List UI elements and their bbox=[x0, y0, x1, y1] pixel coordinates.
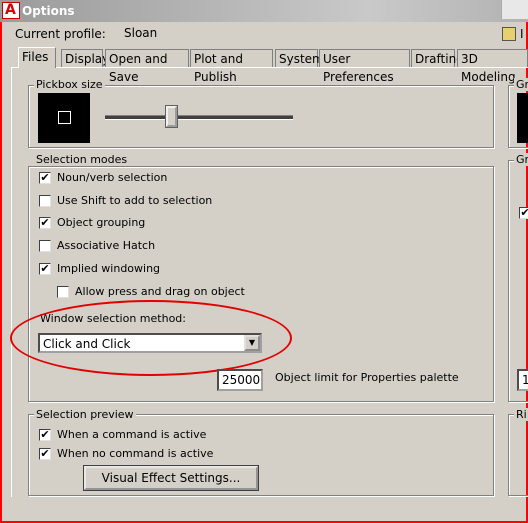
noun-verb-checkbox[interactable]: ✔ bbox=[39, 172, 51, 184]
selection-preview-title: Selection preview bbox=[34, 408, 136, 421]
press-drag-checkbox[interactable] bbox=[57, 286, 69, 298]
red-annotation-circle bbox=[10, 300, 292, 376]
object-limit-label: Object limit for Properties palette bbox=[275, 371, 459, 384]
grips-title: Gr bbox=[514, 153, 528, 166]
preview-command-active-label: When a command is active bbox=[57, 428, 207, 441]
drawing-label-fragment: I bbox=[520, 27, 524, 41]
visual-effect-settings-button[interactable]: Visual Effect Settings... bbox=[83, 465, 259, 491]
tab-display[interactable]: Display bbox=[61, 49, 109, 67]
grips-size-title: Gr bbox=[514, 78, 528, 91]
object-limit-input[interactable]: 25000 bbox=[217, 369, 263, 391]
implied-windowing-label: Implied windowing bbox=[57, 262, 161, 275]
tab-system[interactable]: System bbox=[275, 49, 324, 67]
selection-modes-title: Selection modes bbox=[34, 153, 130, 166]
press-drag-label: Allow press and drag on object bbox=[75, 285, 245, 298]
tab-3d-modeling[interactable]: 3D Modeling bbox=[457, 49, 528, 84]
noun-verb-label: Noun/verb selection bbox=[57, 171, 168, 184]
pickbox-preview bbox=[38, 93, 90, 143]
associative-hatch-checkbox[interactable] bbox=[39, 240, 51, 252]
shift-add-label: Use Shift to add to selection bbox=[57, 194, 213, 207]
preview-no-command-checkbox[interactable]: ✔ bbox=[39, 448, 51, 460]
title-bar: A Options bbox=[0, 0, 528, 22]
tab-open-and-save[interactable]: Open and Save bbox=[105, 49, 189, 84]
right-group-3 bbox=[508, 414, 528, 496]
tab-drafting[interactable]: Drafting bbox=[411, 49, 464, 67]
right-checkbox[interactable]: ✔ bbox=[519, 207, 528, 219]
profile-label: Current profile: bbox=[15, 27, 106, 41]
pickbox-square-icon bbox=[58, 111, 71, 124]
grip-size-preview bbox=[517, 93, 528, 143]
right-number-box[interactable]: 1 bbox=[517, 369, 528, 391]
preview-command-active-checkbox[interactable]: ✔ bbox=[39, 429, 51, 441]
object-grouping-checkbox[interactable]: ✔ bbox=[39, 217, 51, 229]
tab-user-preferences[interactable]: User Preferences bbox=[319, 49, 410, 84]
profile-icon bbox=[502, 27, 516, 41]
preview-no-command-label: When no command is active bbox=[57, 447, 214, 460]
tab-files[interactable]: Files bbox=[18, 47, 56, 68]
close-button[interactable] bbox=[501, 0, 528, 19]
pickbox-slider-track[interactable] bbox=[105, 115, 293, 120]
associative-hatch-label: Associative Hatch bbox=[57, 239, 156, 252]
shift-add-checkbox[interactable] bbox=[39, 195, 51, 207]
right-group-2 bbox=[508, 160, 528, 402]
app-icon[interactable]: A bbox=[2, 2, 20, 19]
pickbox-group-title: Pickbox size bbox=[34, 78, 105, 91]
ribbon-title: Ri bbox=[514, 408, 528, 421]
object-grouping-label: Object grouping bbox=[57, 216, 146, 229]
pickbox-slider-thumb[interactable] bbox=[165, 105, 178, 128]
tab-plot-and-publish[interactable]: Plot and Publish bbox=[190, 49, 273, 84]
window-title: Options bbox=[22, 4, 75, 18]
implied-windowing-checkbox[interactable]: ✔ bbox=[39, 263, 51, 275]
profile-value: Sloan bbox=[124, 26, 158, 40]
